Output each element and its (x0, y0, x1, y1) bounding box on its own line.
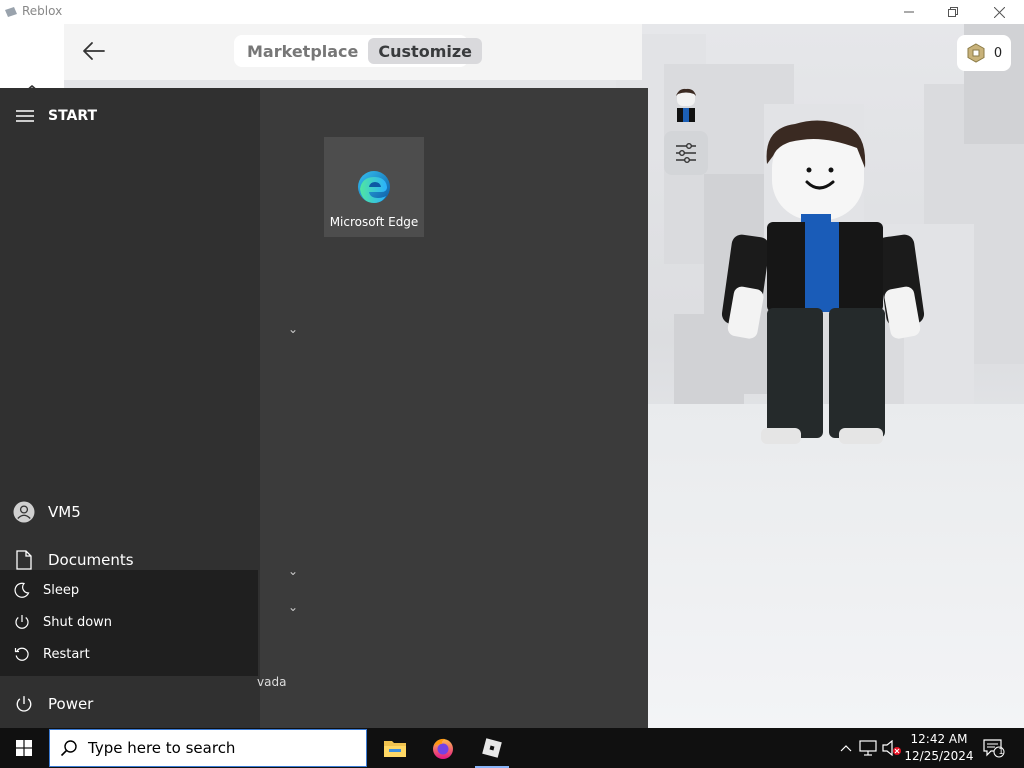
settings-sliders-button[interactable] (664, 131, 708, 175)
taskbar-clock[interactable]: 12:42 AM 12/25/2024 (904, 731, 974, 765)
back-arrow-icon[interactable] (80, 38, 108, 64)
notification-count: 1 (998, 747, 1004, 756)
power-option-sleep-label: Sleep (43, 582, 80, 598)
restore-button[interactable] (930, 0, 976, 24)
search-placeholder: Type here to search (88, 739, 236, 757)
taskbar-search-box[interactable]: Type here to search (49, 729, 367, 767)
chevron-down-icon[interactable]: ⌄ (288, 600, 298, 614)
action-center-button[interactable]: 1 (980, 728, 1008, 768)
restart-icon (14, 647, 29, 661)
chevron-down-icon[interactable]: ⌄ (288, 564, 298, 578)
avatar-character (721, 120, 925, 444)
file-explorer-icon (384, 741, 406, 757)
tab-customize[interactable]: Customize (368, 38, 483, 64)
power-button[interactable]: Power (0, 684, 260, 724)
firefox-icon (433, 738, 453, 759)
search-icon (60, 740, 77, 757)
restore-icon (948, 7, 958, 17)
volume-muted-icon[interactable] (880, 740, 904, 756)
power-option-shutdown-label: Shut down (43, 614, 113, 630)
sidebar-item-documents-label: Documents (48, 551, 134, 569)
start-header-label: START (48, 108, 98, 124)
start-menu: START VM5 Documents Sleep Shut down Rest… (0, 88, 648, 728)
power-option-shutdown[interactable]: Shut down (0, 606, 258, 638)
avatar-thumbnail-icon[interactable] (667, 86, 705, 124)
power-option-sleep[interactable]: Sleep (0, 574, 258, 606)
power-options-flyout: Sleep Shut down Restart (0, 570, 258, 676)
minimize-icon (904, 11, 914, 13)
window-titlebar: Reblox (0, 0, 1024, 24)
clock-date: 12/25/2024 (904, 749, 974, 763)
network-icon[interactable] (856, 740, 880, 756)
power-icon (14, 615, 29, 629)
document-icon (16, 550, 32, 570)
robux-icon (967, 43, 985, 63)
user-icon (13, 501, 35, 523)
edge-icon (358, 171, 390, 203)
sliders-icon (676, 143, 696, 164)
minimize-button[interactable] (886, 0, 932, 24)
roblox-icon (482, 738, 502, 758)
robux-balance-button[interactable]: 0 (957, 35, 1011, 71)
chevron-down-icon[interactable]: ⌄ (288, 322, 298, 336)
start-button[interactable] (0, 728, 48, 768)
start-header[interactable]: START (16, 108, 97, 124)
tile-microsoft-edge[interactable]: Microsoft Edge (324, 137, 424, 237)
power-option-restart[interactable]: Restart (0, 638, 258, 670)
taskbar: Type here to search 12:42 AM 12/25/2024 … (0, 728, 1024, 768)
power-icon (16, 696, 32, 712)
hamburger-icon (16, 110, 34, 122)
robux-count: 0 (993, 45, 1003, 61)
tile-microsoft-edge-label: Microsoft Edge (329, 215, 419, 229)
power-label: Power (48, 695, 94, 713)
taskbar-app-file-explorer[interactable] (372, 728, 418, 768)
sidebar-item-user[interactable]: VM5 (0, 492, 260, 532)
window-title: Reblox (22, 4, 63, 18)
chevron-up-icon[interactable] (836, 744, 856, 752)
moon-icon (13, 582, 29, 598)
marketplace-customize-switch: Marketplace Customize (234, 35, 483, 67)
sidebar-item-user-label: VM5 (48, 503, 81, 521)
tab-marketplace[interactable]: Marketplace (237, 38, 368, 64)
app-list-partial-text: vada (257, 675, 287, 689)
power-option-restart-label: Restart (43, 646, 90, 662)
clock-time: 12:42 AM (910, 732, 968, 746)
taskbar-app-firefox[interactable] (420, 728, 466, 768)
taskbar-app-roblox[interactable] (469, 728, 515, 768)
close-icon (993, 6, 1005, 18)
close-button[interactable] (976, 0, 1022, 24)
reblox-logo-icon (5, 7, 17, 17)
windows-logo-icon (16, 740, 32, 756)
system-tray (836, 728, 904, 768)
